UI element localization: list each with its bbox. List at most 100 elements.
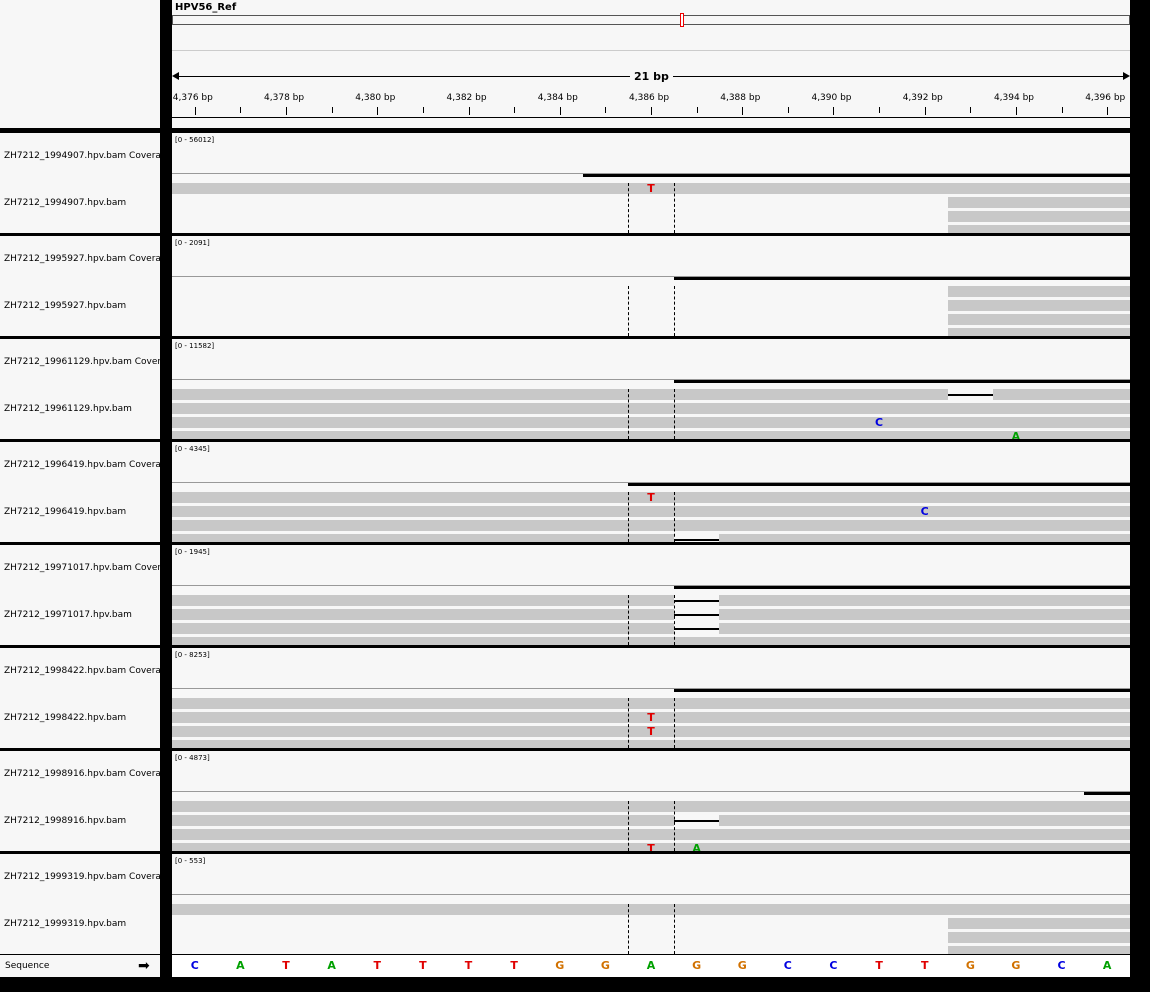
coverage-track-name[interactable]: ZH7212_1996419.hpv.bam Coverage (4, 460, 160, 470)
coverage-track-name[interactable]: ZH7212_19971017.hpv.bam Coverage (4, 563, 160, 573)
track-name-panel[interactable]: ZH7212_1998422.hpv.bam Coverage ZH7212_19… (0, 648, 160, 748)
aligned-read[interactable] (947, 328, 1130, 336)
alignment-data-panel[interactable]: [0 - 8253] T T (172, 648, 1130, 748)
alignment-data-panel[interactable]: [0 - 2091] (172, 236, 1130, 336)
aligned-read[interactable] (172, 609, 1130, 620)
mismatch-base[interactable]: T (644, 491, 658, 504)
sequence-track-name[interactable]: Sequence ➡ (0, 955, 160, 977)
mismatch-base[interactable]: C (872, 416, 886, 429)
alignment-data-panel[interactable]: [0 - 11582] C A (172, 339, 1130, 439)
mismatch-base[interactable]: T (644, 711, 658, 724)
tick-mark (651, 107, 652, 115)
alignment-track-name[interactable]: ZH7212_1994907.hpv.bam (4, 198, 160, 208)
alignment-data-panel[interactable]: [0 - 4345] T C (172, 442, 1130, 542)
aligned-read[interactable] (172, 904, 1130, 915)
aligned-read[interactable] (947, 225, 1130, 233)
reference-ruler-panel[interactable]: HPV56_Ref 21 bp 4,376 bp 4,378 bp 4,380 bp… (172, 0, 1130, 128)
alignment-track-name[interactable]: ZH7212_1995927.hpv.bam (4, 301, 160, 311)
mismatch-base[interactable]: T (644, 182, 658, 195)
alignment-track-name[interactable]: ZH7212_1998422.hpv.bam (4, 713, 160, 723)
coverage-bar[interactable] (628, 483, 1130, 486)
aligned-read[interactable] (947, 932, 1130, 943)
aligned-read[interactable] (172, 623, 1130, 634)
arrow-left-icon (172, 72, 179, 80)
sequence-base: C (1057, 959, 1066, 972)
track-name-panel[interactable]: ZH7212_19971017.hpv.bam Coverage ZH7212_1… (0, 545, 160, 645)
sequence-base: T (373, 959, 382, 972)
aligned-read[interactable] (172, 595, 1130, 606)
aligned-read[interactable] (947, 314, 1130, 325)
aligned-read[interactable] (947, 918, 1130, 929)
coverage-track-name[interactable]: ZH7212_1998422.hpv.bam Coverage (4, 666, 160, 676)
tick-mark (742, 107, 744, 115)
aligned-read[interactable] (947, 946, 1130, 954)
coverage-bar[interactable] (582, 174, 1130, 177)
coverage-bar[interactable] (673, 277, 1130, 280)
deletion-line (673, 539, 720, 541)
aligned-read[interactable] (947, 286, 1130, 297)
track-name-panel[interactable]: ZH7212_1998916.hpv.bam Coverage ZH7212_19… (0, 751, 160, 851)
aligned-read[interactable] (172, 520, 1130, 531)
mismatch-base[interactable]: A (690, 842, 704, 851)
aligned-read[interactable] (172, 506, 1130, 517)
alignment-track-name[interactable]: ZH7212_1996419.hpv.bam (4, 507, 160, 517)
aligned-read[interactable] (947, 300, 1130, 311)
mismatch-base[interactable]: A (1009, 430, 1023, 439)
chromosome-ideogram[interactable] (172, 15, 1130, 25)
alignment-track-name[interactable]: ZH7212_19961129.hpv.bam (4, 404, 160, 414)
sequence-label: Sequence (5, 961, 50, 971)
track-name-panel[interactable]: ZH7212_19961129.hpv.bam Coverage ZH7212_1… (0, 339, 160, 439)
center-guide-line (628, 492, 630, 542)
coverage-bar[interactable] (673, 380, 1130, 383)
deletion-line (673, 628, 720, 630)
alignment-track-name[interactable]: ZH7212_19971017.hpv.bam (4, 610, 160, 620)
aligned-read[interactable] (172, 417, 1130, 428)
aligned-read[interactable] (947, 197, 1130, 208)
coverage-baseline (172, 791, 1130, 792)
track-name-panel[interactable]: ZH7212_1996419.hpv.bam Coverage ZH7212_19… (0, 442, 160, 542)
mismatch-base[interactable]: T (644, 842, 658, 851)
alignment-track-name[interactable]: ZH7212_1999319.hpv.bam (4, 919, 160, 929)
coverage-track-name[interactable]: ZH7212_1994907.hpv.bam Coverage (4, 151, 160, 161)
aligned-read[interactable] (172, 698, 1130, 709)
track-name-panel[interactable]: ZH7212_1995927.hpv.bam Coverage ZH7212_19… (0, 236, 160, 336)
coverage-track-name[interactable]: ZH7212_1995927.hpv.bam Coverage (4, 254, 160, 264)
aligned-read[interactable] (947, 211, 1130, 222)
aligned-read[interactable] (172, 637, 1130, 645)
mismatch-base[interactable]: T (644, 725, 658, 738)
center-guide-line (673, 389, 675, 439)
track-name-panel[interactable]: ZH7212_1994907.hpv.bam Coverage ZH7212_19… (0, 133, 160, 233)
aligned-read[interactable] (172, 534, 1130, 542)
chromosome-name[interactable]: HPV56_Ref (175, 2, 236, 13)
sequence-base: A (1102, 959, 1112, 972)
coverage-track-name[interactable]: ZH7212_19961129.hpv.bam Coverage (4, 357, 160, 367)
deletion-line (673, 820, 720, 822)
aligned-read[interactable] (172, 740, 1130, 748)
current-region-marker[interactable] (680, 13, 684, 27)
coverage-bar[interactable] (673, 586, 1130, 589)
minor-tick-mark (514, 107, 516, 113)
minor-tick-mark (970, 107, 972, 113)
alignment-data-panel[interactable]: [0 - 1945] (172, 545, 1130, 645)
aligned-read[interactable] (172, 829, 1130, 840)
coverage-track-name[interactable]: ZH7212_1999319.hpv.bam Coverage (4, 872, 160, 882)
alignment-track-name[interactable]: ZH7212_1998916.hpv.bam (4, 816, 160, 826)
coverage-bar[interactable] (673, 689, 1130, 692)
aligned-read[interactable] (172, 431, 1130, 439)
minor-tick-mark (605, 107, 607, 113)
sequence-track[interactable]: CATATTTTGGAGGCCTTGGCA (172, 955, 1130, 977)
alignment-data-panel[interactable]: [0 - 553] (172, 854, 1130, 954)
center-guide-line (628, 698, 630, 748)
mismatch-base[interactable]: C (918, 505, 932, 518)
sequence-base: A (646, 959, 656, 972)
sequence-base: T (419, 959, 427, 972)
aligned-read[interactable] (172, 403, 1130, 414)
coverage-bar[interactable] (1084, 792, 1130, 795)
alignment-data-panel[interactable]: [0 - 4873] T A (172, 751, 1130, 851)
coverage-track-name[interactable]: ZH7212_1998916.hpv.bam Coverage (4, 769, 160, 779)
alignment-data-panel[interactable]: [0 - 56012] T (172, 133, 1130, 233)
aligned-read[interactable] (172, 815, 1130, 826)
aligned-read[interactable] (172, 801, 1130, 812)
strand-arrow-icon[interactable]: ➡ (138, 958, 150, 974)
track-name-panel[interactable]: ZH7212_1999319.hpv.bam Coverage ZH7212_19… (0, 854, 160, 954)
